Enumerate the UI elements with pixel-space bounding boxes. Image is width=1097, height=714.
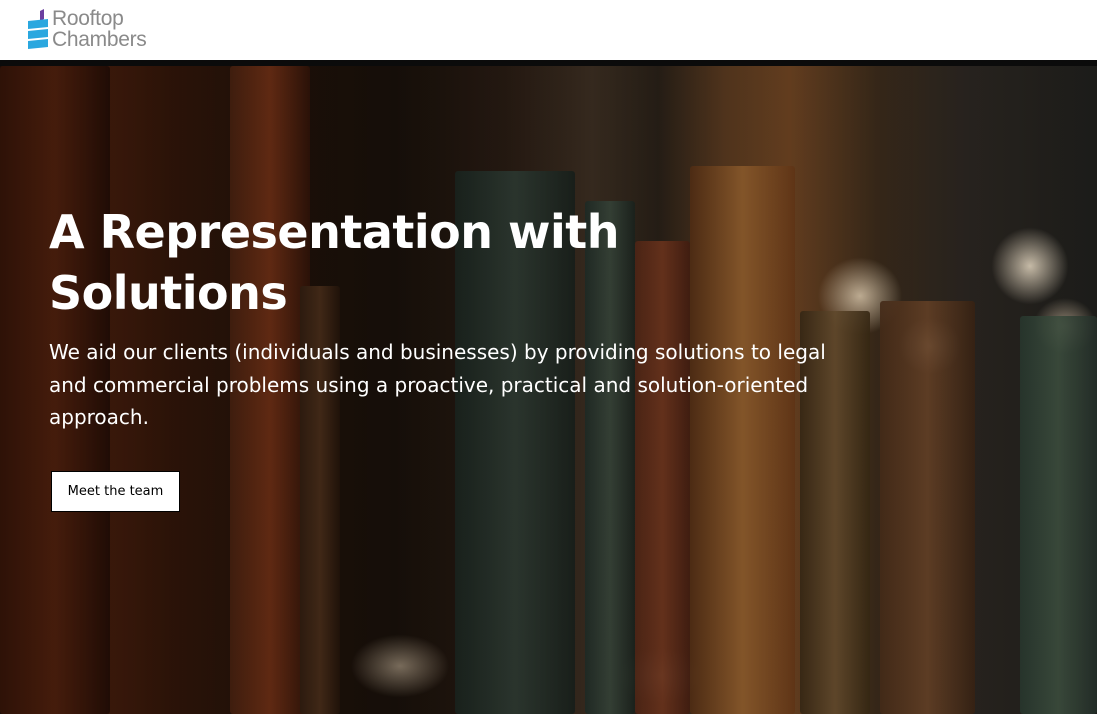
site-logo[interactable]: Rooftop Chambers: [28, 7, 147, 51]
logo-line-2: Chambers: [52, 28, 147, 51]
rooftop-chambers-logo-icon: [28, 9, 48, 49]
meet-the-team-button[interactable]: Meet the team: [51, 471, 180, 512]
logo-line-1: Rooftop: [52, 7, 124, 30]
hero-title: A Representation with Solutions: [49, 205, 620, 320]
logo-wordmark: Rooftop Chambers: [52, 7, 147, 51]
hero-section: A Representation with Solutions We aid o…: [0, 66, 1097, 714]
hero-description: We aid our clients (individuals and busi…: [49, 340, 826, 429]
site-header: Rooftop Chambers: [0, 0, 1097, 60]
